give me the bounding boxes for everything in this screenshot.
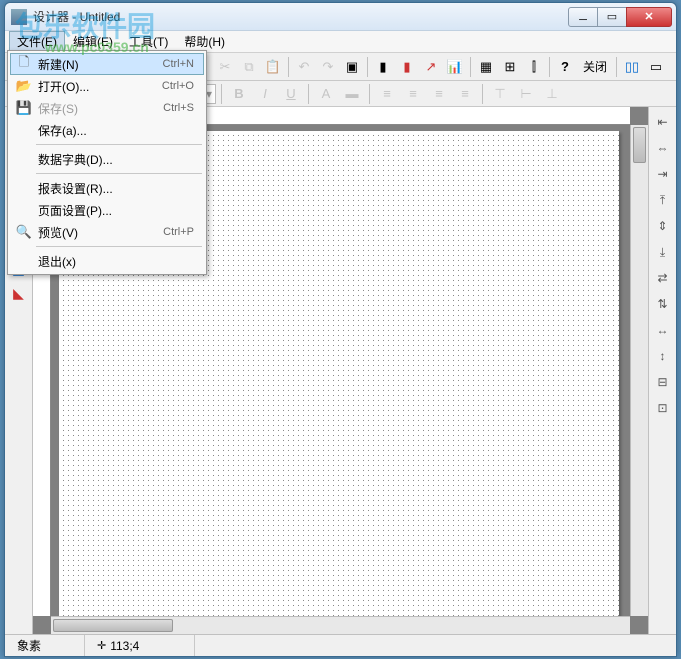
open-folder-icon: 📂 bbox=[14, 78, 34, 94]
menu-edit[interactable]: 编辑(E) bbox=[65, 31, 121, 52]
separator bbox=[288, 57, 289, 77]
statusbar: 象素 ✛ 113;4 bbox=[5, 634, 676, 656]
scrollbar-thumb[interactable] bbox=[53, 619, 173, 632]
menu-item-report-setup[interactable]: 报表设置(R)... bbox=[10, 177, 204, 199]
underline-button[interactable]: U bbox=[279, 82, 303, 106]
scrollbar-thumb[interactable] bbox=[633, 127, 646, 163]
bring-front-button[interactable]: ▮ bbox=[371, 55, 395, 79]
page-button[interactable]: ▭ bbox=[644, 55, 668, 79]
menu-item-exit[interactable]: 退出(x) bbox=[10, 250, 204, 272]
layout-button[interactable]: ▯▯ bbox=[620, 55, 644, 79]
same-width-icon[interactable]: ↔ bbox=[653, 321, 673, 339]
cut-button[interactable]: ✂ bbox=[213, 55, 237, 79]
menu-item-new[interactable]: 🗋 新建(N) Ctrl+N bbox=[10, 53, 204, 75]
chart-button[interactable]: 📊 bbox=[443, 55, 467, 79]
center-v-icon[interactable]: ⊡ bbox=[653, 399, 673, 417]
font-color-button[interactable]: A bbox=[314, 82, 338, 106]
align-left-icon[interactable]: ⇤ bbox=[653, 113, 673, 131]
redo-button[interactable]: ↷ bbox=[316, 55, 340, 79]
fill-color-button[interactable]: ▬ bbox=[340, 82, 364, 106]
titlebar[interactable]: 设计器 - Untitled bbox=[5, 3, 676, 31]
crosshair-icon: ✛ bbox=[97, 639, 106, 652]
maximize-button[interactable] bbox=[597, 7, 627, 27]
align-middle-icon[interactable]: ⇕ bbox=[653, 217, 673, 235]
align-center-button[interactable]: ≡ bbox=[401, 82, 425, 106]
app-icon bbox=[11, 9, 27, 25]
menu-item-save-as[interactable]: 保存(a)... bbox=[10, 119, 204, 141]
separator bbox=[367, 57, 368, 77]
align-center-h-icon[interactable]: ⇔ bbox=[653, 139, 673, 157]
window-title: 设计器 - Untitled bbox=[33, 8, 569, 25]
valign-top-button[interactable]: ⊤ bbox=[488, 82, 512, 106]
menu-separator bbox=[36, 173, 202, 174]
new-file-icon: 🗋 bbox=[14, 53, 34, 75]
separator bbox=[549, 57, 550, 77]
distribute-v-icon[interactable]: ⇅ bbox=[653, 295, 673, 313]
snap-button[interactable]: ⊞ bbox=[498, 55, 522, 79]
preview-icon: 🔍 bbox=[14, 224, 34, 240]
menu-separator bbox=[36, 144, 202, 145]
help-button[interactable]: ? bbox=[553, 55, 577, 79]
separator bbox=[221, 84, 222, 104]
status-spacer bbox=[195, 635, 676, 656]
separator bbox=[369, 84, 370, 104]
separator bbox=[470, 57, 471, 77]
valign-bottom-button[interactable]: ⊥ bbox=[540, 82, 564, 106]
vertical-scrollbar[interactable] bbox=[630, 125, 648, 616]
valign-middle-button[interactable]: ⊢ bbox=[514, 82, 538, 106]
align-top-icon[interactable]: ⤒ bbox=[653, 191, 673, 209]
distribute-h-icon[interactable]: ⇄ bbox=[653, 269, 673, 287]
shape-tool-icon[interactable]: ◣ bbox=[9, 283, 29, 303]
menu-item-data-dict[interactable]: 数据字典(D)... bbox=[10, 148, 204, 170]
group-button[interactable]: ▣ bbox=[340, 55, 364, 79]
close-label-button[interactable]: 关闭 bbox=[577, 58, 613, 75]
menu-tools[interactable]: 工具(T) bbox=[121, 31, 176, 52]
separator bbox=[616, 57, 617, 77]
menu-help[interactable]: 帮助(H) bbox=[176, 31, 233, 52]
align-justify-button[interactable]: ≡ bbox=[453, 82, 477, 106]
separator bbox=[482, 84, 483, 104]
file-menu-dropdown: 🗋 新建(N) Ctrl+N 📂 打开(O)... Ctrl+O 💾 保存(S)… bbox=[7, 50, 207, 275]
grid-button[interactable]: ▦ bbox=[474, 55, 498, 79]
copy-button[interactable]: ⧉ bbox=[237, 55, 261, 79]
menu-item-preview[interactable]: 🔍 预览(V) Ctrl+P bbox=[10, 221, 204, 243]
close-button[interactable] bbox=[626, 7, 672, 27]
separator bbox=[308, 84, 309, 104]
minimize-button[interactable] bbox=[568, 7, 598, 27]
flip-button[interactable]: ↗ bbox=[419, 55, 443, 79]
menu-item-page-setup[interactable]: 页面设置(P)... bbox=[10, 199, 204, 221]
align-bottom-icon[interactable]: ⤓ bbox=[653, 243, 673, 261]
right-toolbox: ⇤ ⇔ ⇥ ⤒ ⇕ ⤓ ⇄ ⇅ ↔ ↕ ⊟ ⊡ bbox=[648, 107, 676, 634]
undo-button[interactable]: ↶ bbox=[292, 55, 316, 79]
menu-separator bbox=[36, 246, 202, 247]
align-left-button[interactable]: ≡ bbox=[375, 82, 399, 106]
send-back-button[interactable]: ▮ bbox=[395, 55, 419, 79]
paste-button[interactable]: 📋 bbox=[261, 55, 285, 79]
center-h-icon[interactable]: ⊟ bbox=[653, 373, 673, 391]
ruler-button[interactable]: ⫿ bbox=[522, 55, 546, 79]
menu-item-open[interactable]: 📂 打开(O)... Ctrl+O bbox=[10, 75, 204, 97]
same-height-icon[interactable]: ↕ bbox=[653, 347, 673, 365]
save-disk-icon: 💾 bbox=[14, 100, 34, 116]
status-coords: ✛ 113;4 bbox=[85, 635, 195, 656]
horizontal-scrollbar[interactable] bbox=[51, 616, 630, 634]
menu-file[interactable]: 文件(E) bbox=[9, 31, 65, 52]
window-controls bbox=[569, 7, 672, 27]
menu-item-save[interactable]: 💾 保存(S) Ctrl+S bbox=[10, 97, 204, 119]
align-right-icon[interactable]: ⇥ bbox=[653, 165, 673, 183]
bold-button[interactable]: B bbox=[227, 82, 251, 106]
align-right-button[interactable]: ≡ bbox=[427, 82, 451, 106]
status-mode: 象素 bbox=[5, 635, 85, 656]
italic-button[interactable]: I bbox=[253, 82, 277, 106]
